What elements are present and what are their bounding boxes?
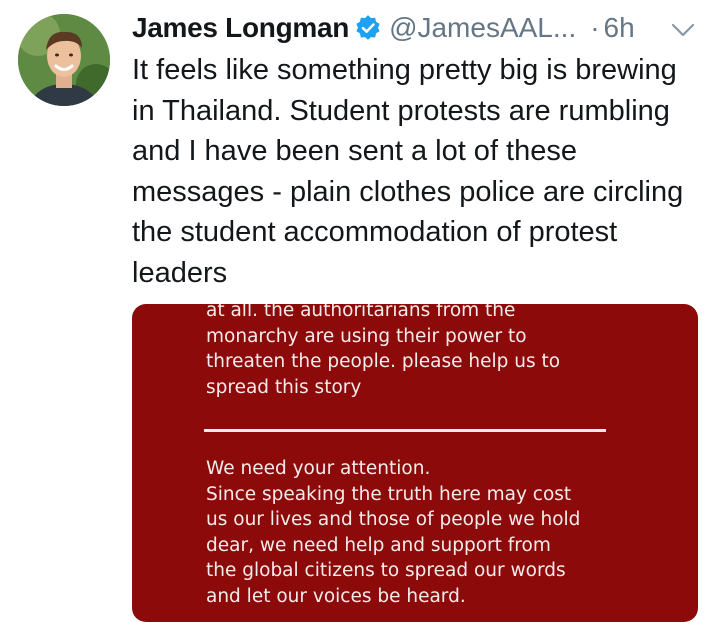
timestamp[interactable]: 6h bbox=[604, 12, 635, 44]
media-text-top: at all. the authoritarians from the mona… bbox=[206, 304, 561, 398]
tweet-media-image[interactable]: at all. the authoritarians from the mona… bbox=[132, 304, 698, 622]
tweet: James Longman @JamesAAL... · 6h It feels… bbox=[0, 0, 715, 622]
tweet-text: It feels like something pretty big is br… bbox=[132, 54, 684, 289]
chevron-down-icon[interactable] bbox=[670, 22, 696, 38]
user-handle[interactable]: @JamesAAL... bbox=[389, 12, 576, 44]
media-divider bbox=[204, 429, 606, 432]
avatar[interactable] bbox=[18, 14, 110, 106]
display-name[interactable]: James Longman bbox=[132, 12, 349, 44]
media-text-bottom: We need your attention. Since speaking t… bbox=[206, 458, 581, 607]
verified-badge-icon bbox=[355, 15, 381, 41]
tweet-header: James Longman @JamesAAL... · 6h bbox=[132, 8, 635, 48]
avatar-image bbox=[18, 14, 110, 106]
separator-dot: · bbox=[590, 12, 600, 43]
